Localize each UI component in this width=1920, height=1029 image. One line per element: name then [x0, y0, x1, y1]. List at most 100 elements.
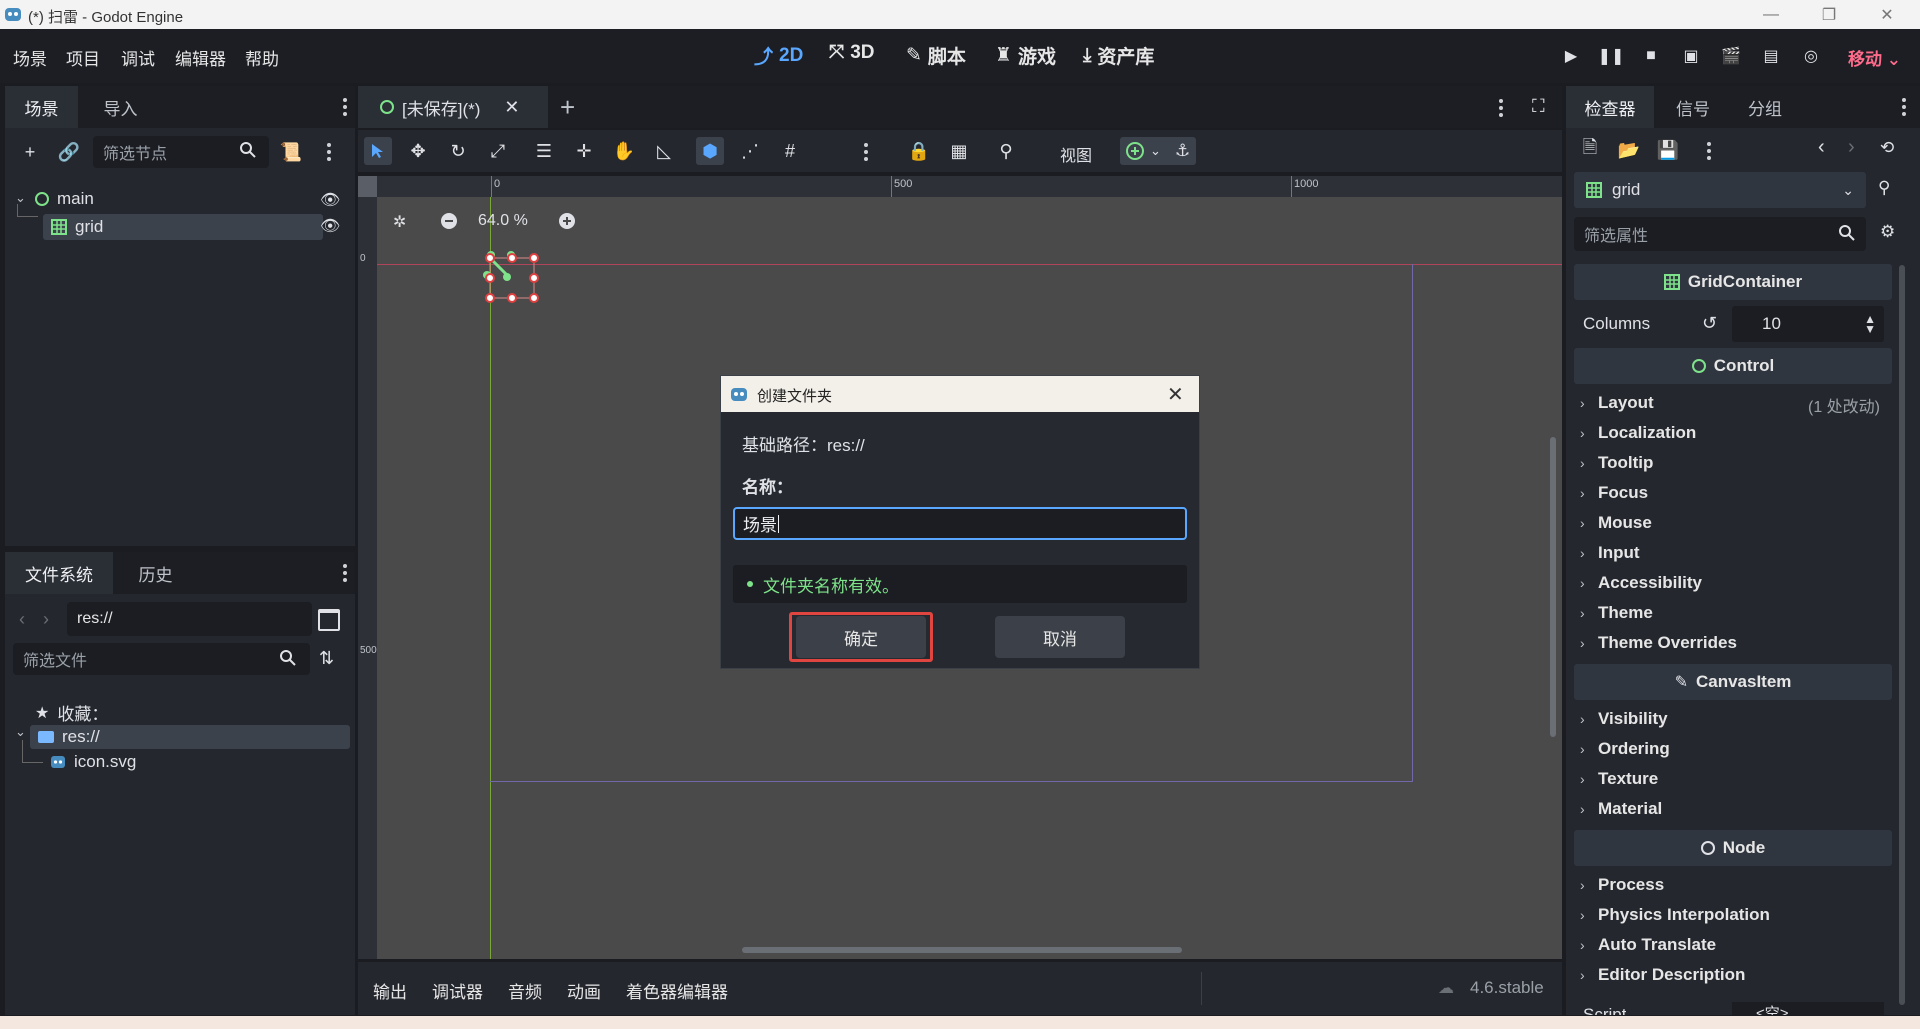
favorites-item[interactable]: ★ 收藏： [35, 700, 108, 725]
prop-ordering[interactable]: › Ordering [1580, 739, 1670, 759]
grid-snap-icon[interactable]: ⋰ [736, 137, 764, 165]
select-tool-icon[interactable] [364, 137, 392, 165]
folder-name-input[interactable]: 场景 [733, 507, 1187, 540]
lock-icon[interactable]: 🔒 [905, 137, 933, 165]
play-icon[interactable]: ▶ [1560, 45, 1582, 67]
close-window-button[interactable]: ✕ [1864, 0, 1910, 29]
prop-focus[interactable]: › Focus [1580, 483, 1648, 503]
group-icon[interactable]: ▦ [945, 137, 973, 165]
visibility-eye-icon[interactable]: 👁 [320, 190, 340, 210]
remote-debug-icon[interactable]: ▣ [1680, 45, 1702, 67]
prop-material[interactable]: › Material [1580, 799, 1662, 819]
prop-theme[interactable]: › Theme [1580, 603, 1653, 623]
scene-dock-menu-icon[interactable] [342, 98, 348, 116]
tab-scene[interactable]: 场景 [5, 86, 78, 128]
prop-localization[interactable]: › Localization [1580, 423, 1696, 443]
ruler-tool-icon[interactable]: ◺ [650, 137, 678, 165]
property-options-icon[interactable]: ⚙ [1880, 222, 1895, 242]
prop-input[interactable]: › Input [1580, 543, 1640, 563]
prop-layout[interactable]: › Layout [1580, 393, 1654, 413]
node-selector[interactable]: grid ⌄ [1574, 172, 1866, 208]
tab-groups[interactable]: 分组 [1730, 86, 1800, 128]
play-scene-icon[interactable]: 🎬 [1720, 45, 1742, 67]
workspace-game-button[interactable]: ♜ 游戏 [995, 42, 1056, 69]
tab-history[interactable]: 历史 [118, 552, 193, 594]
tab-inspector[interactable]: 检查器 [1566, 86, 1654, 128]
prop-visibility[interactable]: › Visibility [1580, 709, 1668, 729]
section-node[interactable]: Node [1574, 830, 1892, 866]
add-node-here-button[interactable]: ⌄ ⚓ [1120, 137, 1197, 165]
run-mode-select[interactable]: 移动 ⌄ [1848, 45, 1901, 70]
tree-node-main[interactable]: main [35, 189, 94, 209]
vertical-scrollbar[interactable] [1550, 437, 1556, 737]
section-gridcontainer[interactable]: GridContainer [1574, 264, 1892, 300]
menu-project[interactable]: 项目 [66, 45, 100, 70]
workspace-assetlib-button[interactable]: ⤓ 资产库 [1083, 42, 1154, 69]
back-icon[interactable]: ‹ [19, 609, 25, 630]
columns-spinbox[interactable]: 10 ▲ ▼ [1732, 306, 1884, 342]
tree-node-grid[interactable]: grid [43, 214, 323, 240]
zoom-out-icon[interactable] [440, 212, 458, 230]
expand-chevron-icon[interactable]: ⌄ [15, 724, 26, 740]
grid-icon[interactable]: # [776, 137, 804, 165]
inspector-dock-menu-icon[interactable] [1901, 98, 1907, 116]
history-back-icon[interactable]: ‹ [1818, 136, 1825, 159]
filter-files-input[interactable]: 筛选文件 [13, 643, 310, 675]
history-forward-icon[interactable]: › [1848, 136, 1855, 159]
menu-editor[interactable]: 编辑器 [175, 45, 226, 70]
move-tool-icon[interactable]: ✥ [404, 137, 432, 165]
zoom-in-icon[interactable] [558, 212, 576, 230]
tab-signals[interactable]: 信号 [1658, 86, 1728, 128]
tab-debugger[interactable]: 调试器 [432, 978, 483, 1003]
selectable-list-icon[interactable]: ☰ [530, 137, 558, 165]
play-custom-scene-icon[interactable]: ▤ [1760, 45, 1782, 67]
pan-tool-icon[interactable]: ✋ [610, 137, 638, 165]
close-tab-icon[interactable]: ✕ [504, 97, 519, 118]
prop-mouse[interactable]: › Mouse [1580, 513, 1652, 533]
section-canvasitem[interactable]: ✎ CanvasItem [1574, 664, 1892, 700]
object-history-icon[interactable]: ⟲ [1880, 138, 1894, 158]
cancel-button[interactable]: 取消 [995, 616, 1125, 658]
path-field[interactable]: res:// [67, 602, 312, 636]
scale-tool-icon[interactable]: ⤢ [484, 137, 512, 165]
prop-editor-description[interactable]: › Editor Description [1580, 965, 1745, 985]
revert-icon[interactable]: ↺ [1702, 313, 1717, 334]
node-docs-icon[interactable]: ⚲ [1878, 178, 1890, 198]
new-scene-tab-icon[interactable]: + [560, 92, 575, 123]
save-resource-icon[interactable]: 💾 [1654, 136, 1682, 164]
ok-button[interactable]: 确定 [796, 616, 926, 658]
skeleton-bone-icon[interactable]: ⚲ [992, 137, 1020, 165]
scene-options-icon[interactable] [326, 143, 332, 161]
menu-scene[interactable]: 场景 [13, 45, 47, 70]
scene-tabs-menu-icon[interactable] [1498, 99, 1504, 117]
dialog-close-icon[interactable]: ✕ [1167, 382, 1184, 407]
sort-icon[interactable]: ⇅ [319, 648, 334, 669]
tab-import[interactable]: 导入 [83, 86, 158, 128]
menu-help[interactable]: 帮助 [245, 45, 279, 70]
workspace-script-button[interactable]: ✎ 脚本 [906, 42, 966, 69]
stop-icon[interactable]: ■ [1640, 45, 1662, 67]
filter-properties-input[interactable]: 筛选属性 [1574, 217, 1866, 251]
prop-process[interactable]: › Process [1580, 875, 1664, 895]
script-value[interactable]: <空> [1732, 1002, 1884, 1015]
inspector-scrollbar[interactable] [1899, 265, 1905, 1005]
smart-snap-icon[interactable]: ⬢ [696, 137, 724, 165]
visibility-eye-icon[interactable]: 👁 [320, 216, 340, 236]
tab-output[interactable]: 输出 [373, 978, 407, 1003]
workspace-3d-button[interactable]: ⤧ 3D [829, 42, 875, 64]
fs-root-res[interactable]: res:// [30, 725, 350, 749]
add-node-icon[interactable]: + [16, 138, 44, 166]
pause-icon[interactable]: ❚❚ [1598, 45, 1625, 67]
instance-scene-icon[interactable]: 🔗 [55, 138, 83, 166]
tab-filesystem[interactable]: 文件系统 [5, 552, 113, 594]
section-control[interactable]: Control [1574, 348, 1892, 384]
spin-arrows-icon[interactable]: ▲ ▼ [1864, 313, 1876, 335]
view-menu[interactable]: 视图 [1060, 142, 1092, 166]
resource-options-icon[interactable] [1706, 142, 1712, 160]
open-resource-icon[interactable]: 📂 [1615, 136, 1643, 164]
center-view-icon[interactable]: ✲ [393, 212, 406, 232]
pivot-tool-icon[interactable]: ✛ [570, 137, 598, 165]
split-view-icon[interactable] [318, 609, 340, 631]
tab-animation[interactable]: 动画 [567, 978, 601, 1003]
selected-node-gizmo[interactable] [477, 245, 547, 307]
